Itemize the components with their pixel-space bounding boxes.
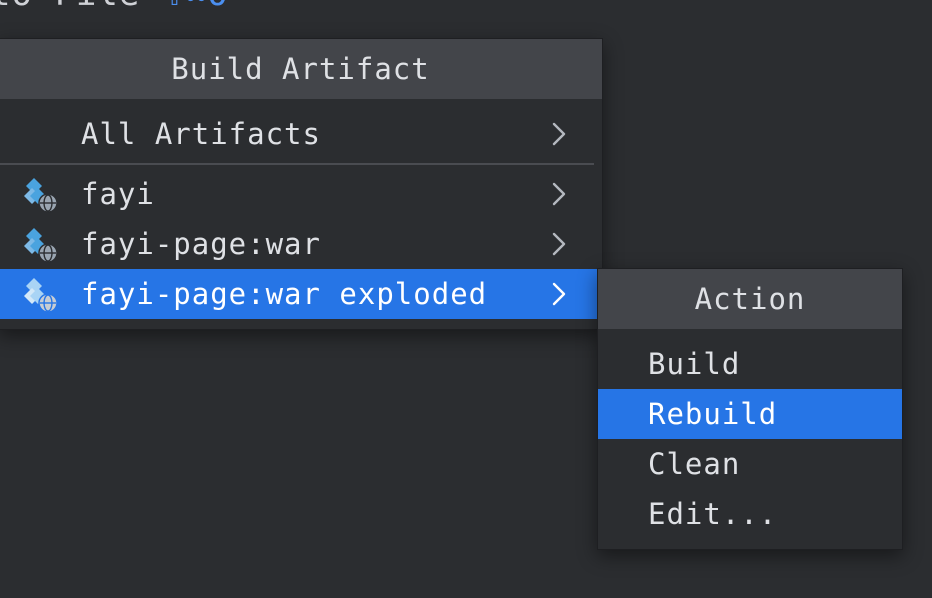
- chevron-right-icon: [552, 182, 566, 206]
- action-item-edit[interactable]: Edit...: [598, 489, 902, 539]
- action-popup-title: Action: [598, 269, 902, 329]
- chevron-right-icon: [552, 122, 566, 146]
- menu-item-all-artifacts[interactable]: All Artifacts: [0, 109, 602, 159]
- build-artifact-popup: Build Artifact All Artifacts fayi fayi-p…: [0, 38, 603, 330]
- action-item-label: Edit...: [648, 497, 778, 531]
- menu-item-label: fayi-page:war: [81, 227, 321, 261]
- background-hint-text: to File: [0, 0, 140, 14]
- menu-item-label: All Artifacts: [81, 117, 321, 151]
- artifact-web-icon: [24, 278, 58, 313]
- menu-item-fayi-page-war-exploded[interactable]: fayi-page:war exploded: [0, 269, 602, 319]
- menu-item-label: fayi: [81, 177, 155, 211]
- artifact-web-icon: [24, 178, 58, 213]
- chevron-right-icon: [552, 282, 566, 306]
- background-hint: to File ⇧⌘O: [0, 0, 229, 14]
- action-popup: Action Build Rebuild Clean Edit...: [597, 268, 903, 550]
- action-item-rebuild[interactable]: Rebuild: [598, 389, 902, 439]
- action-item-label: Rebuild: [648, 397, 778, 431]
- action-item-build[interactable]: Build: [598, 339, 902, 389]
- menu-item-fayi[interactable]: fayi: [0, 169, 602, 219]
- artifact-web-icon: [24, 228, 58, 263]
- build-artifact-popup-title: Build Artifact: [0, 39, 602, 99]
- menu-item-fayi-page-war[interactable]: fayi-page:war: [0, 219, 602, 269]
- ide-window: to File ⇧⌘O Build Artifact All Artifacts …: [0, 0, 932, 598]
- chevron-right-icon: [552, 232, 566, 256]
- action-item-label: Build: [648, 347, 741, 381]
- background-hint-shortcut: ⇧⌘O: [164, 0, 228, 14]
- menu-divider: [0, 163, 594, 165]
- menu-item-label: fayi-page:war exploded: [81, 277, 488, 311]
- action-item-clean[interactable]: Clean: [598, 439, 902, 489]
- action-item-label: Clean: [648, 447, 741, 481]
